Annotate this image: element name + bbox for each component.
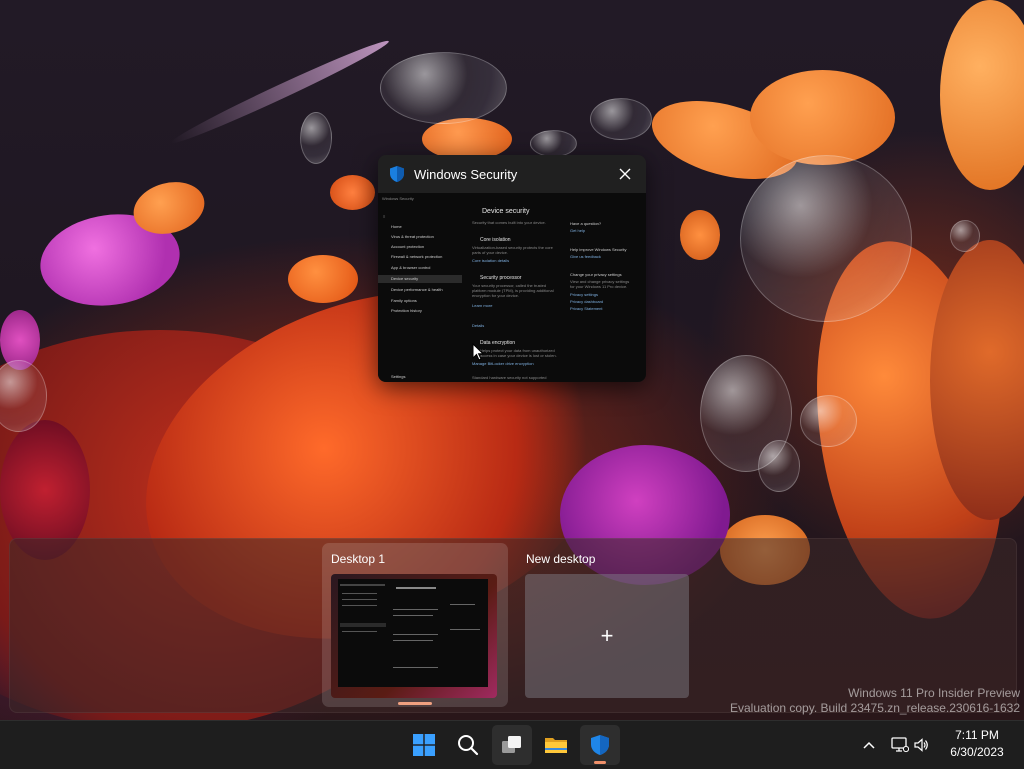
preview-nav-item-active: Device security xyxy=(378,275,462,283)
watermark-line-1: Windows 11 Pro Insider Preview xyxy=(848,686,1020,700)
running-indicator xyxy=(594,761,606,764)
search-icon xyxy=(458,735,479,756)
desktop-1-thumbnail[interactable] xyxy=(331,574,497,698)
close-window-button[interactable] xyxy=(614,163,636,185)
preview-text: parts of your device. xyxy=(472,250,509,255)
preview-nav-item: Family options xyxy=(391,298,417,303)
preview-link: Core isolation details xyxy=(472,258,510,263)
preview-nav-settings: Settings xyxy=(391,374,406,379)
preview-link: Privacy Statement xyxy=(570,306,603,311)
speaker-icon xyxy=(914,738,928,752)
preview-section-title: Security processor xyxy=(480,275,522,281)
preview-section-title: Data encryption xyxy=(480,340,516,346)
clock-time: 7:11 PM xyxy=(955,728,999,742)
preview-link: Learn more xyxy=(472,303,493,308)
preview-link: Get help xyxy=(570,228,586,233)
taskbar: 7:11 PM 6/30/2023 xyxy=(0,720,1024,769)
new-desktop-button[interactable]: + xyxy=(525,574,689,698)
preview-nav-item: Firewall & network protection xyxy=(391,254,443,259)
preview-side-heading: Change your privacy settings xyxy=(570,272,622,277)
preview-link: Manage BitLocker drive encryption xyxy=(472,361,534,366)
preview-nav-item: Account protection xyxy=(391,244,425,249)
preview-page-title: Device security xyxy=(482,208,530,215)
close-icon xyxy=(619,168,631,180)
window-preview: Windows Security ≡ Home Virus & threat p… xyxy=(378,193,646,382)
preview-nav-item: App & browser control xyxy=(391,265,431,270)
clock-date: 6/30/2023 xyxy=(950,745,1004,759)
window-thumbnail-windows-security[interactable]: Windows Security Windows Security ≡ Home… xyxy=(378,155,646,382)
preview-text: encryption for your device. xyxy=(472,293,519,298)
preview-nav-item: Home xyxy=(391,224,402,229)
desktop-1-card[interactable]: Desktop 1 xyxy=(322,543,508,707)
preview-side-heading: Have a question? xyxy=(570,221,602,226)
preview-text: access in case your device is lost or st… xyxy=(480,353,557,358)
window-title: Windows Security xyxy=(414,166,518,182)
chevron-up-icon xyxy=(863,741,875,749)
search-button[interactable] xyxy=(448,725,488,765)
clock-button[interactable]: 7:11 PM 6/30/2023 xyxy=(942,727,1012,761)
preview-link: Give us feedback xyxy=(570,254,601,259)
preview-text: Standard hardware security not supported xyxy=(472,375,547,380)
preview-section-title: Core isolation xyxy=(480,237,511,243)
current-desktop-indicator xyxy=(398,702,432,705)
mouse-cursor-icon xyxy=(472,343,484,361)
preview-link: Details xyxy=(472,323,485,328)
desktop-1-window-preview xyxy=(338,579,488,687)
watermark-line-2: Evaluation copy. Build 23475.zn_release.… xyxy=(730,701,1020,715)
task-view-icon xyxy=(502,736,521,753)
quick-settings-button[interactable] xyxy=(887,721,933,769)
preview-link: Privacy dashboard xyxy=(570,299,604,304)
preview-nav-item: Protection history xyxy=(391,308,422,313)
task-view-button[interactable] xyxy=(492,725,532,765)
start-button[interactable] xyxy=(404,725,444,765)
hamburger-icon: ≡ xyxy=(383,214,386,219)
preview-nav-item: Device performance & health xyxy=(391,287,443,292)
window-titlebar[interactable]: Windows Security xyxy=(378,155,646,193)
folder-icon xyxy=(545,738,567,753)
desktop-1-label: Desktop 1 xyxy=(331,552,386,566)
preview-page-subtitle: Security that comes built into your devi… xyxy=(472,220,546,225)
preview-side-heading: Help improve Windows Security xyxy=(570,247,627,252)
preview-link: Privacy settings xyxy=(570,292,599,297)
shield-icon xyxy=(388,165,406,183)
network-icon xyxy=(891,737,909,753)
preview-text: for your Windows 11 Pro device. xyxy=(570,284,628,289)
windows-logo-icon xyxy=(413,734,435,756)
plus-icon: + xyxy=(600,623,614,648)
preview-app-label: Windows Security xyxy=(382,196,414,201)
windows-security-taskbar-button[interactable] xyxy=(580,725,620,765)
new-desktop-card[interactable]: New desktop + xyxy=(517,543,703,707)
shield-icon xyxy=(591,735,609,755)
new-desktop-label: New desktop xyxy=(526,552,596,566)
show-hidden-icons-button[interactable] xyxy=(857,721,881,769)
file-explorer-button[interactable] xyxy=(536,725,576,765)
preview-nav-item: Virus & threat protection xyxy=(391,234,434,239)
